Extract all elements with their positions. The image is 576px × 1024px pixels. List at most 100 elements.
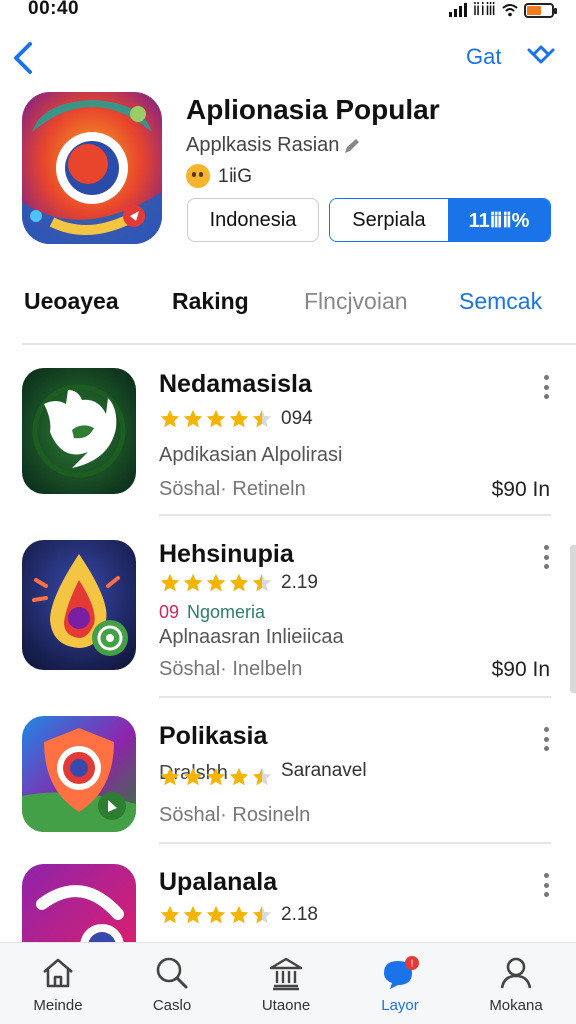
network-label: ⅱⅰⅲ [472,0,496,19]
star-icon [183,573,203,592]
app-meta: Söshal· Retineln [159,478,306,500]
tab-0[interactable]: Ueoayea [24,288,119,315]
status-time: 00:40 [28,0,80,19]
app-subtitle-text: Applkasis Rasian [186,134,340,156]
primary-action[interactable]: 11ⅲⅱ% [448,199,550,241]
nav-label: Utaone [261,997,311,1014]
secondary-action[interactable]: Serpiala [330,199,448,241]
get-split-button[interactable]: Serpiala 11ⅲⅱ% [329,198,551,242]
star-icon [252,767,272,786]
more-options-icon[interactable] [536,870,556,900]
tab-3[interactable]: Semcak [459,288,542,315]
list-item[interactable]: Polikasia Dralshh Saranavel Söshal· Rosi… [0,716,576,846]
star-icon [206,573,226,592]
star-rating [159,766,273,788]
star-icon [206,767,226,786]
rating: Saranavel [159,760,367,788]
bottom-nav: Meinde Caslo Utaone ! Layor Mokana [0,942,576,1024]
app-name: Hehsinupia [159,540,294,568]
list-item[interactable]: Nedamasisla 094 Apdikasian Alpolirasi Sö… [0,368,576,518]
app-icon [22,368,136,494]
nav-label: Mokana [489,997,543,1014]
person-icon [500,957,532,989]
tab-2[interactable]: Flncjvoian [304,288,408,315]
row-divider [159,514,551,516]
more-options-icon[interactable] [536,542,556,572]
rating-text: 2.18 [281,904,318,925]
rating-text: 2.19 [281,572,318,593]
rating-text: Saranavel [281,760,367,781]
star-icon [183,409,203,428]
app-subtitle: Applkasis Rasian [186,134,361,157]
list-item[interactable]: Upalanala 2.18 [0,864,576,990]
star-rating [159,904,273,926]
nav-updates[interactable]: ! Layor [350,943,450,1024]
app-title: Aplionasia Popular [186,94,440,125]
app-name: Nedamasisla [159,370,312,398]
rating: 094 [159,408,313,430]
favorite-icon[interactable] [524,42,558,72]
app-badge-line: 09 Ngomeria [159,602,265,623]
rating-count: 1ⅱG [218,165,253,187]
star-icon [160,905,180,924]
app-icon [22,92,162,244]
app-meta: Söshal· Rosineln [159,804,311,826]
app-icon [22,540,136,670]
app-icon [22,716,136,832]
rating-text: 094 [281,408,313,429]
emoji-icon [186,164,210,188]
more-options-icon[interactable] [536,724,556,754]
app-name: Upalanala [159,868,278,896]
star-rating [159,408,273,430]
rating: 2.18 [159,904,318,926]
star-icon [229,905,249,924]
svg-text:!: ! [411,959,414,970]
star-rating [159,572,273,594]
app-meta: Söshal· Inelbeln [159,658,303,680]
scroll-indicator[interactable] [570,545,576,693]
badge-text: Ngomeria [187,602,266,622]
star-icon [160,409,180,428]
tab-divider [22,343,576,345]
language-button[interactable]: Indonesia [187,198,319,242]
star-icon [229,767,249,786]
nav-label: Caslo [152,997,192,1014]
star-icon [229,573,249,592]
signal-icon [448,3,467,17]
bank-icon [269,957,303,991]
get-link[interactable]: Gat [466,44,501,70]
nav-search[interactable]: Caslo [122,943,222,1024]
star-icon [252,409,272,428]
battery-icon [524,2,557,18]
home-icon [43,958,73,988]
star-icon [252,573,272,592]
wifi-icon [502,4,518,17]
nav-label: Layor [381,997,419,1014]
row-divider [159,696,551,698]
tab-1[interactable]: Raking [172,288,249,315]
nav-home[interactable]: Meinde [8,943,108,1024]
star-icon [183,767,203,786]
star-icon [183,905,203,924]
search-icon [156,957,188,989]
nav-library[interactable]: Utaone [236,943,336,1024]
star-icon [160,767,180,786]
badge-prefix: 09 [159,602,180,622]
app-price: $90 In [491,658,550,681]
chevron-left-icon [14,42,32,74]
nav-label: Meinde [33,997,83,1014]
status-bar: 00:40 ⅱⅰⅲ [0,0,576,22]
app-name: Polikasia [159,722,268,750]
edit-icon [345,138,360,153]
back-button[interactable] [6,36,42,80]
row-divider [159,842,551,844]
list-item[interactable]: Hehsinupia 2.19 09 Ngomeria Aplnaasran In… [0,540,576,700]
star-icon [160,573,180,592]
chat-bubble-icon: ! [384,956,419,989]
tab-bar: Ueoayea Raking Flncjvoian Semcak [0,288,576,328]
star-icon [206,409,226,428]
status-right: ⅱⅰⅲ [448,0,557,20]
nav-profile[interactable]: Mokana [466,943,566,1024]
star-icon [229,409,249,428]
more-options-icon[interactable] [536,372,556,402]
